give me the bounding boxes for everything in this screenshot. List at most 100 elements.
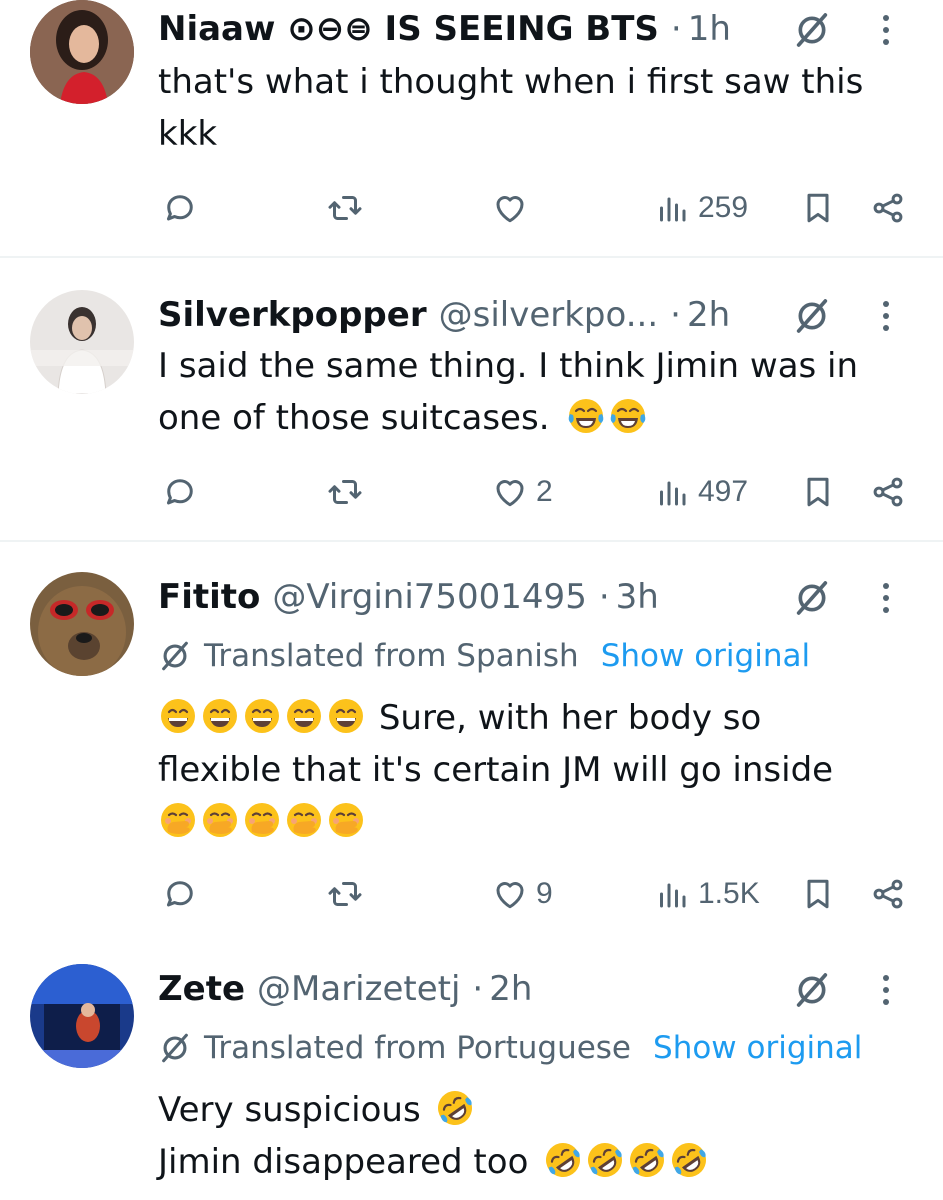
share-button[interactable] [870,874,906,914]
separator: · [670,9,682,49]
post-text: I said the same thing. I think Jimin was… [158,340,858,444]
timestamp[interactable]: 1h [688,9,731,49]
reply-post[interactable]: Niaaw ⊙⊖⊜ IS SEEING BTS · 1h that's what… [0,0,943,256]
text-line: that's what i thought when i first saw t… [158,62,864,102]
hand-over-mouth-emoji [200,800,240,840]
like-count: 9 [536,877,553,910]
separator: · [670,295,681,335]
views-icon [654,190,690,226]
tears-of-joy-emoji [608,396,648,436]
translation-notice: Translated from Portuguese Show original [158,1026,862,1070]
rofl-emoji [435,1088,475,1128]
reply-icon [162,474,198,510]
share-icon [870,474,906,510]
text-line: kkk [158,114,218,154]
like-button[interactable] [492,188,528,228]
bookmark-button[interactable] [800,472,836,512]
more-icon[interactable] [874,296,898,336]
show-original-link[interactable]: Show original [601,638,810,674]
text-line: Jimin disappeared too [158,1136,711,1188]
more-icon[interactable] [874,970,898,1010]
avatar[interactable] [30,964,134,1068]
avatar[interactable] [30,572,134,676]
user-handle[interactable]: @silverkpo... [439,295,659,335]
display-name[interactable]: Fitito [158,577,260,617]
views-button[interactable]: 259 [654,188,748,228]
repost-icon [327,190,363,226]
display-name[interactable]: Niaaw ⊙⊖⊜ IS SEEING BTS [158,9,659,49]
user-handle[interactable]: @Virgini75001495 [272,577,586,617]
timestamp[interactable]: 3h [616,577,659,617]
bookmark-button[interactable] [800,188,836,228]
repost-button[interactable] [327,188,363,228]
user-handle[interactable]: @Marizetetj [257,969,460,1009]
grinning-emoji [284,696,324,736]
hand-over-mouth-emoji [284,800,324,840]
rofl-emoji [627,1140,667,1180]
heart-icon [492,474,528,510]
more-icon[interactable] [874,10,898,50]
text-line: I said the same thing. I think Jimin was… [158,346,859,386]
hand-over-mouth-emoji [326,800,366,840]
display-name[interactable]: Silverkpopper [158,295,427,335]
text-line [158,796,833,852]
post-text: Very suspicious Jimin disappeared too [158,1084,711,1188]
repost-button[interactable] [327,472,363,512]
repost-icon [327,474,363,510]
translation-notice: Translated from Spanish Show original [158,634,810,678]
grinning-emoji [158,696,198,736]
rofl-emoji [543,1140,583,1180]
reply-button[interactable] [162,874,198,914]
avatar[interactable] [30,0,134,104]
post-header: Niaaw ⊙⊖⊜ IS SEEING BTS · 1h [158,6,731,52]
translated-label: Translated from Spanish [204,638,579,674]
share-icon [870,190,906,226]
reply-post[interactable]: Fitito @Virgini75001495 · 3h Translated … [0,542,943,938]
reply-post[interactable]: Zete @Marizetetj · 2h Translated from Po… [0,938,943,1200]
views-icon [654,876,690,912]
avatar[interactable] [30,290,134,394]
show-original-link[interactable]: Show original [653,1030,862,1066]
hand-over-mouth-emoji [242,800,282,840]
timestamp[interactable]: 2h [489,969,532,1009]
bookmark-icon [800,474,836,510]
reply-button[interactable] [162,472,198,512]
bookmark-button[interactable] [800,874,836,914]
tears-of-joy-emoji [566,396,606,436]
hand-over-mouth-emoji [158,800,198,840]
share-button[interactable] [870,472,906,512]
grok-icon[interactable] [792,970,832,1010]
post-header: Fitito @Virgini75001495 · 3h [158,574,659,620]
like-button[interactable]: 9 [492,874,553,914]
grinning-emoji [242,696,282,736]
more-icon[interactable] [874,578,898,618]
grinning-emoji [326,696,366,736]
bookmark-icon [800,876,836,912]
display-name[interactable]: Zete [158,969,245,1009]
views-count: 497 [698,475,749,508]
reply-button[interactable] [162,188,198,228]
share-button[interactable] [870,188,906,228]
reply-icon [162,876,198,912]
reply-post[interactable]: Silverkpopper @silverkpo... · 2h I said … [0,258,943,540]
bookmark-icon [800,190,836,226]
grok-icon[interactable] [792,10,832,50]
post-header: Zete @Marizetetj · 2h [158,966,532,1012]
heart-icon [492,876,528,912]
text-line: one of those suitcases. [158,392,858,444]
views-icon [654,474,690,510]
like-button[interactable]: 2 [492,472,553,512]
grok-icon[interactable] [792,296,832,336]
translate-icon [158,639,192,673]
heart-icon [492,190,528,226]
post-text: Sure, with her body so flexible that it'… [158,692,833,852]
views-button[interactable]: 497 [654,472,748,512]
views-button[interactable]: 1.5K [654,874,760,914]
timestamp[interactable]: 2h [687,295,730,335]
separator: · [472,969,484,1009]
grok-icon[interactable] [792,578,832,618]
views-count: 1.5K [698,877,760,910]
share-icon [870,876,906,912]
repost-button[interactable] [327,874,363,914]
separator: · [598,577,610,617]
